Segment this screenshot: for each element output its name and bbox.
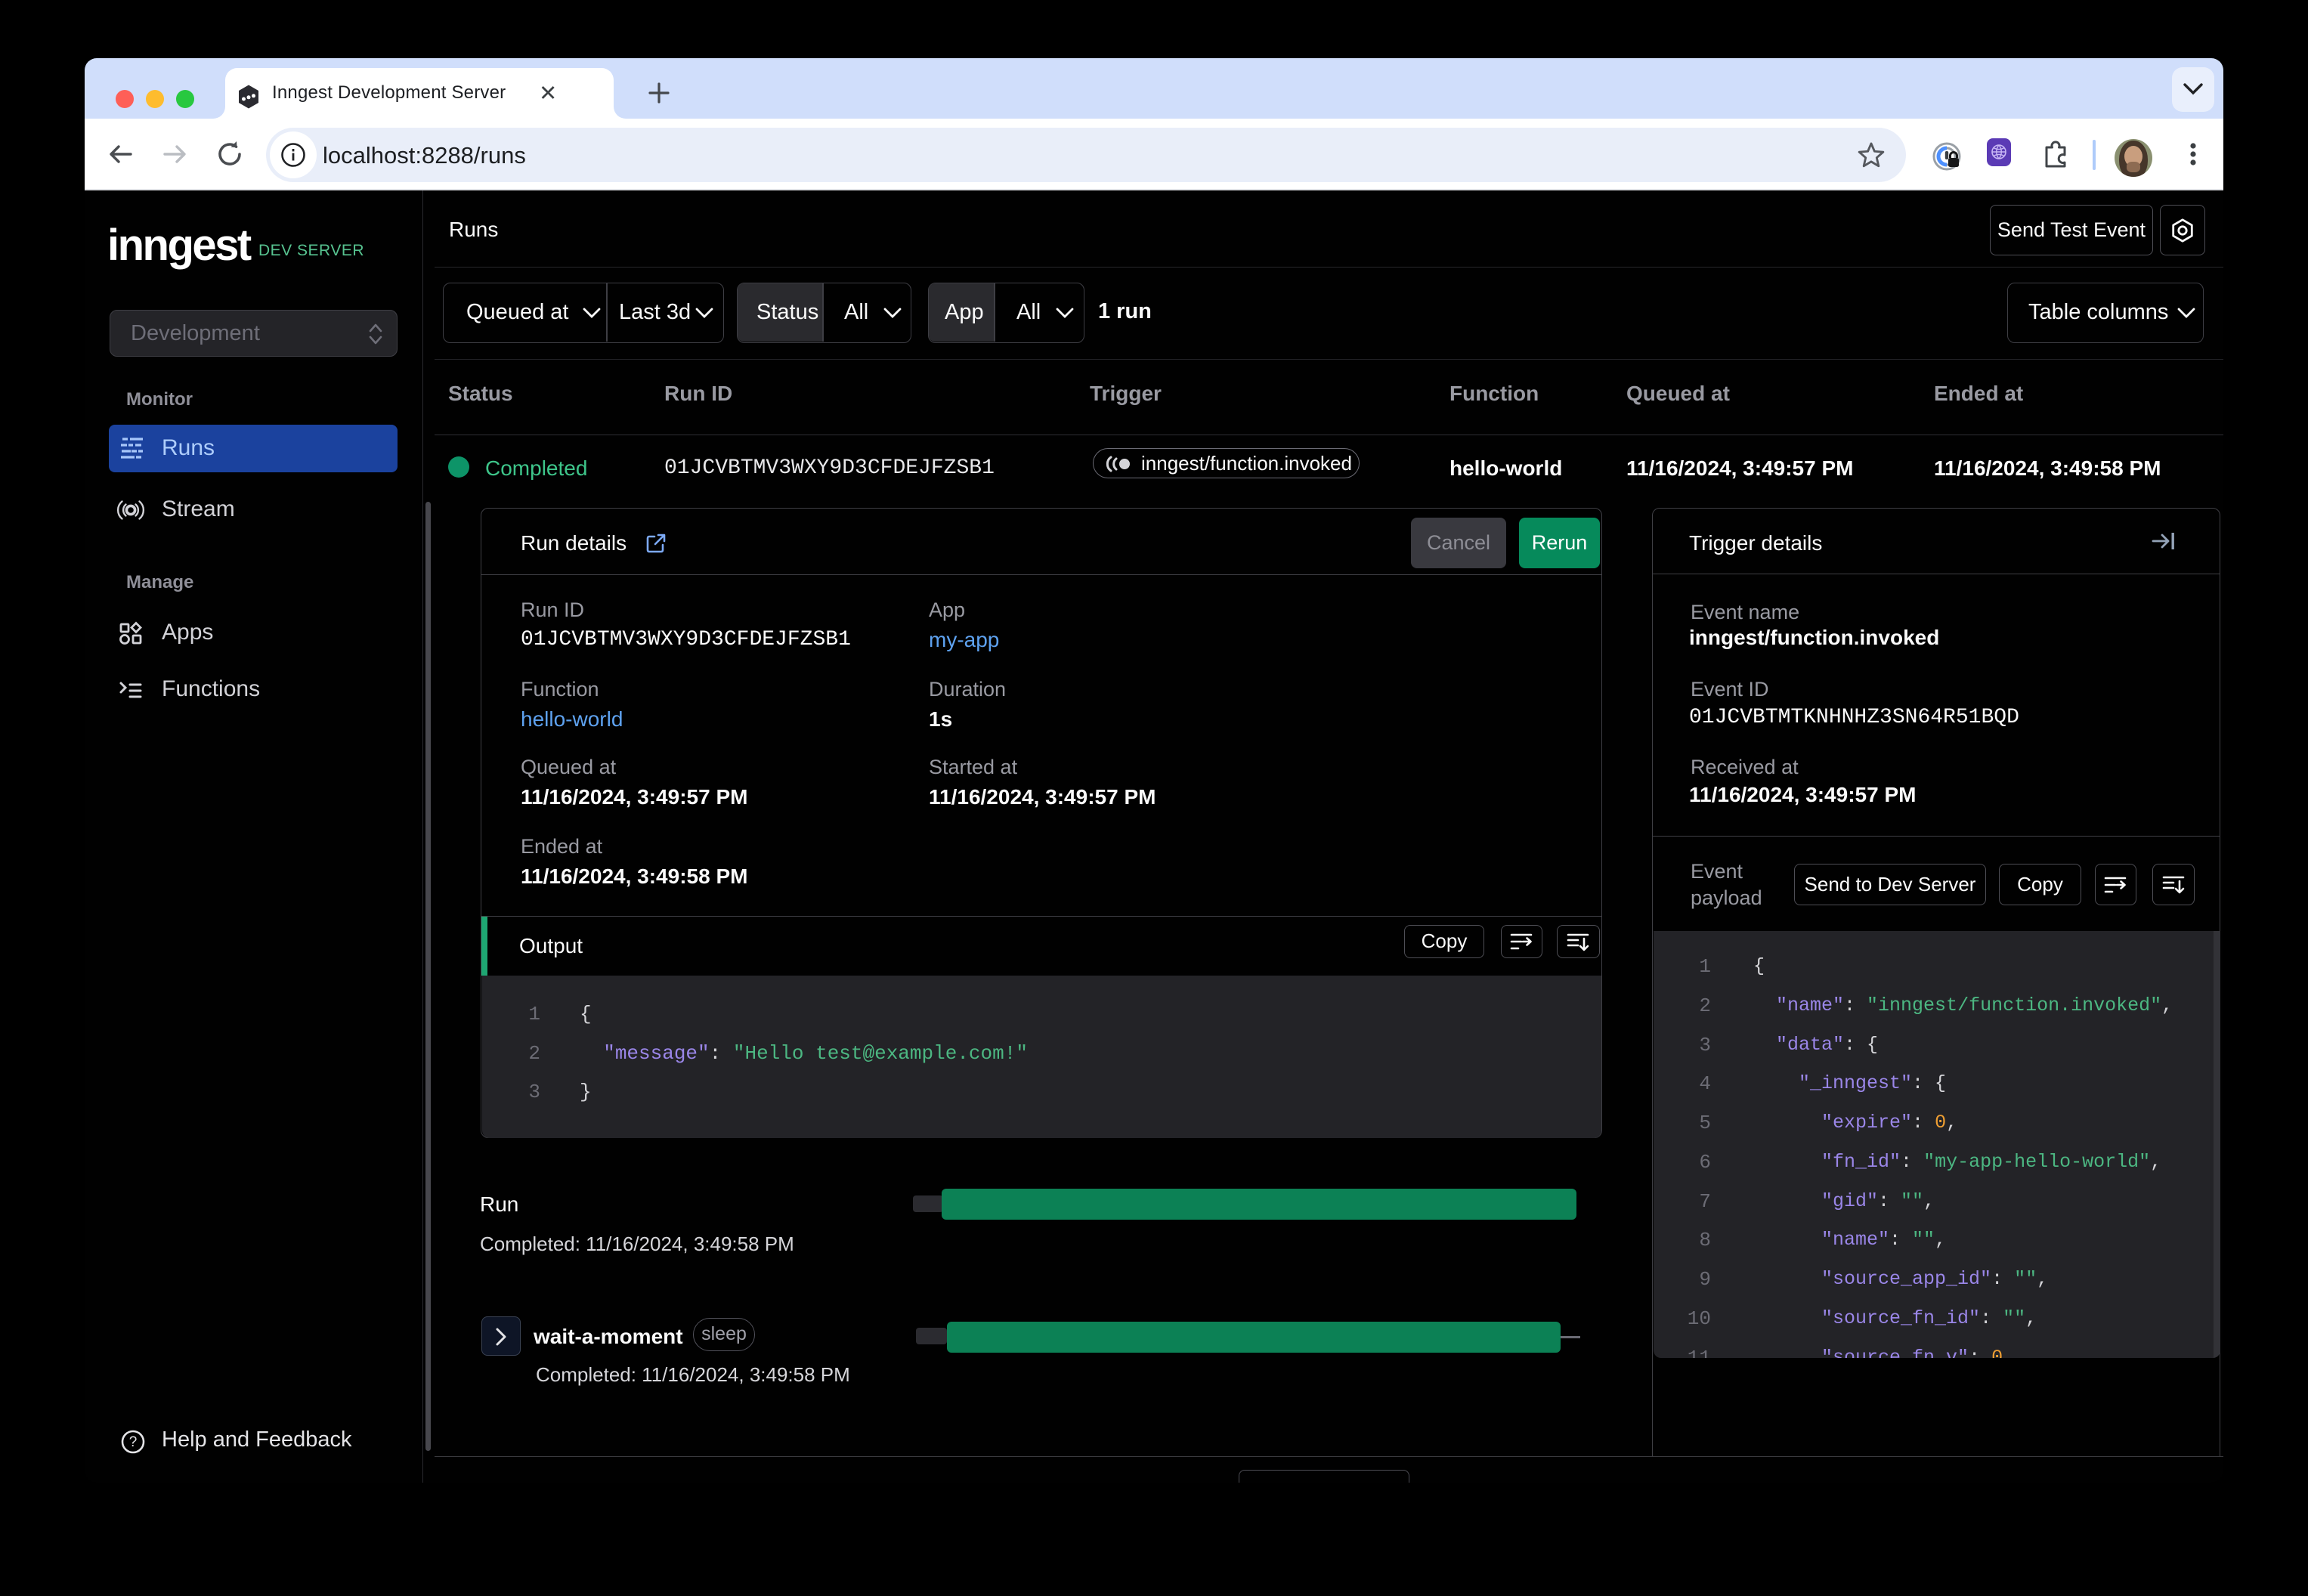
svg-text:?: ? (129, 1434, 138, 1450)
